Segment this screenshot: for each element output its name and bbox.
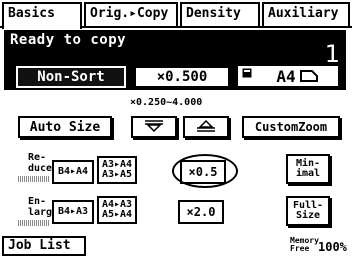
full-size-button[interactable]: Full- Size [286, 196, 330, 226]
memory-free-value: 100% [318, 240, 347, 254]
zoom-setting[interactable]: ×0.500 [134, 66, 230, 88]
landscape-paper-icon [299, 70, 318, 82]
zoom-up-button[interactable] [183, 116, 229, 138]
tab-orig-copy[interactable]: Orig.▸Copy [84, 2, 178, 26]
memory-free-label: Memory Free [290, 236, 319, 253]
reduce-label: Re- duce [28, 152, 53, 174]
zoom-range: ×0.250~4.000 [130, 97, 203, 108]
tab-density[interactable]: Density [180, 2, 260, 26]
enlarge-b4-a3-button[interactable]: B4▸A3 [52, 200, 94, 224]
enlarge-a4-a3-button[interactable]: A4▸A3 A5▸A4 [97, 196, 137, 224]
job-list-button[interactable]: Job List [2, 236, 86, 256]
reduce-b4-a4-button[interactable]: B4▸A4 [52, 160, 94, 184]
tab-basics[interactable]: Basics [2, 2, 82, 29]
enlarge-bar [18, 220, 50, 226]
zoom-down-icon [143, 119, 165, 135]
sort-setting[interactable]: Non-Sort [14, 64, 128, 90]
reduce-bar [18, 176, 50, 182]
tray-icon [242, 68, 252, 81]
paper-setting[interactable]: A4 [236, 64, 340, 88]
footer: Job List Memory Free 100% [0, 236, 352, 257]
status-message: Ready to copy [10, 32, 127, 48]
zoom-down-button[interactable] [131, 116, 177, 138]
selected-ring [172, 154, 238, 188]
custom-zoom-button[interactable]: CustomZoom [242, 116, 340, 138]
auto-size-button[interactable]: Auto Size [18, 116, 112, 138]
paper-size: A4 [276, 66, 296, 86]
zoom-up-icon [195, 119, 217, 135]
tab-auxiliary[interactable]: Auxiliary [262, 2, 350, 26]
enlarge-x20-button[interactable]: ×2.0 [178, 200, 224, 224]
reduce-a3-a4-button[interactable]: A3▸A4 A3▸A5 [97, 156, 137, 184]
minimal-button[interactable]: Min- imal [286, 154, 330, 184]
